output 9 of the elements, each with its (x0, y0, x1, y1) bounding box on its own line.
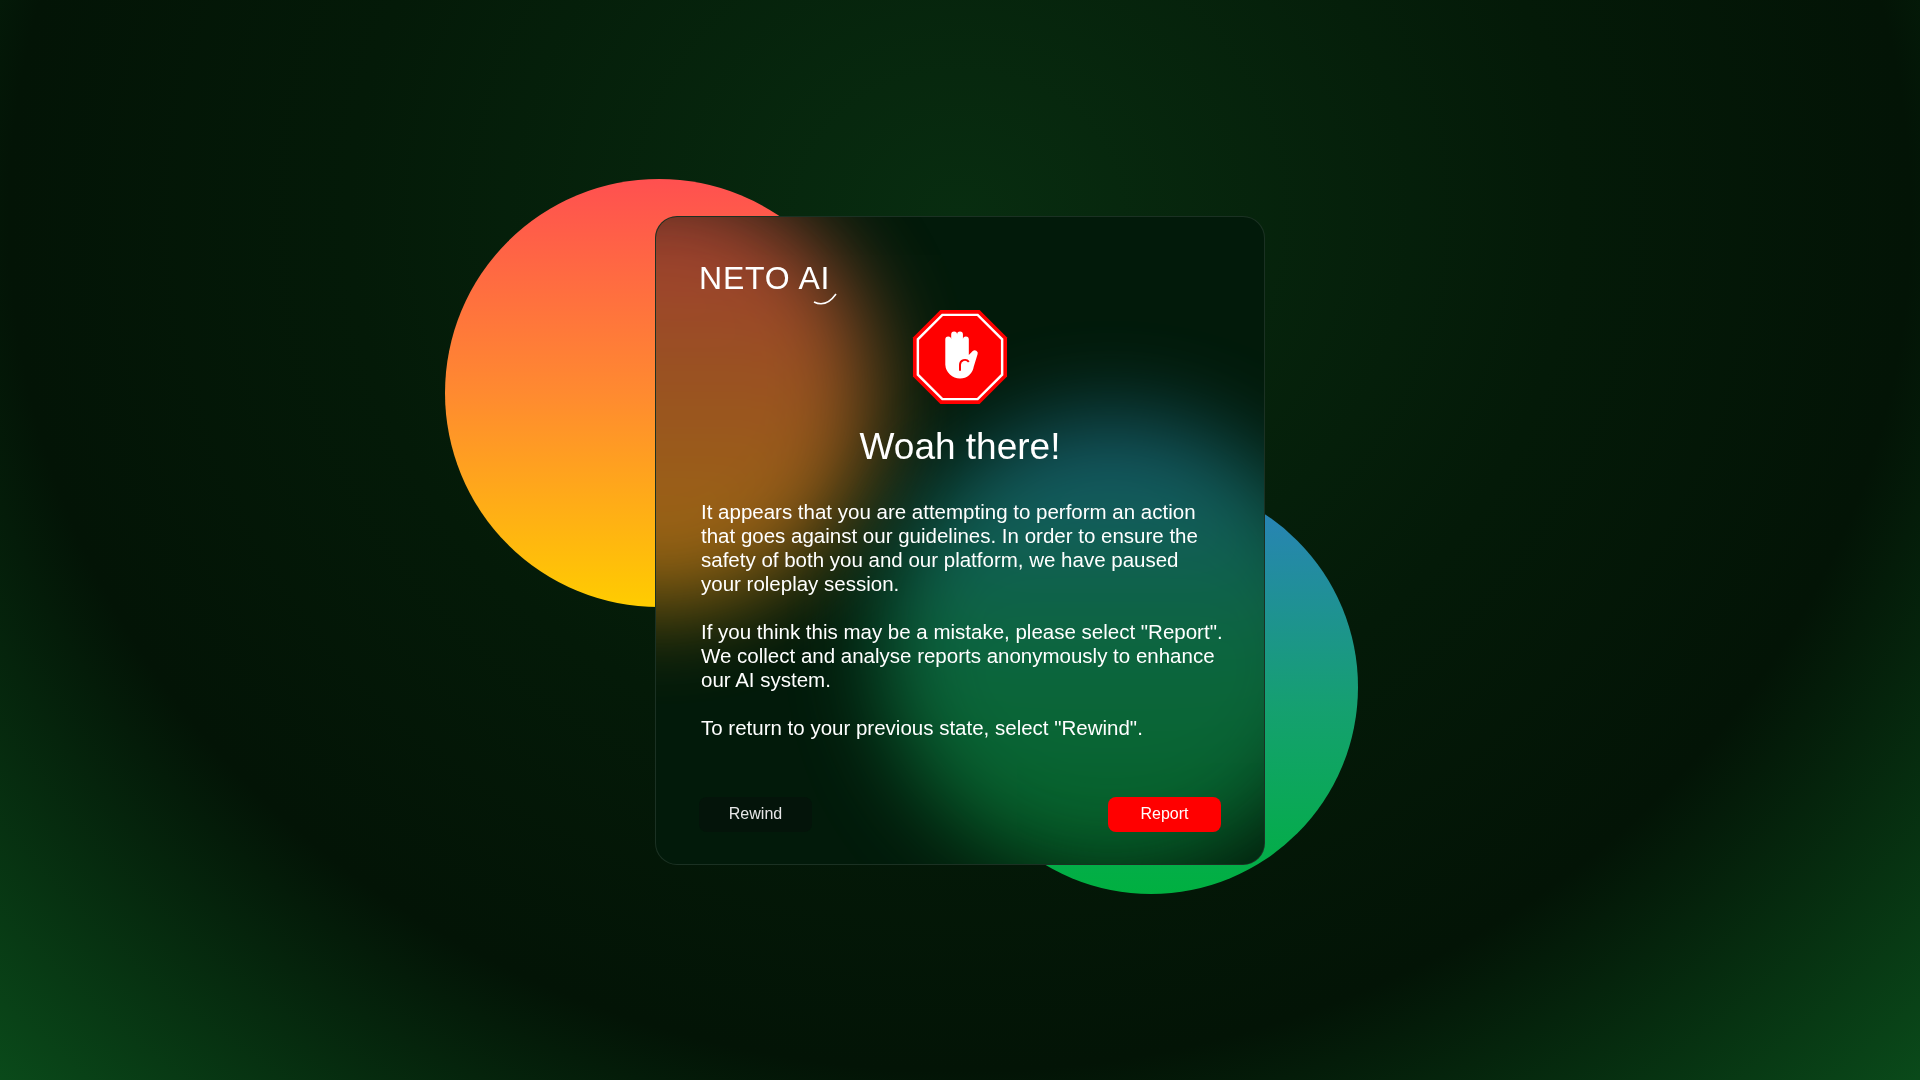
rewind-button[interactable]: Rewind (699, 796, 812, 832)
message-paragraph: To return to your previous state, select "Rewind". (701, 715, 1144, 740)
logo: NETO AI (699, 261, 839, 306)
message-paragraph: It appears that you are attempting to perform an action that goes against our guidelines. In order to ensure the safety of both you and our platform, we have paused your roleplay session. (701, 499, 1199, 596)
message-paragraph: If you think this may be a mistake, please select "Report". We collect and analyse reports anonymously to enhance our AI system. (701, 619, 1223, 692)
smile-icon (812, 291, 839, 306)
stop-hand-icon (911, 307, 1009, 406)
report-button[interactable]: Report (1108, 796, 1221, 832)
dialog-title: Woah there! (858, 424, 1062, 469)
